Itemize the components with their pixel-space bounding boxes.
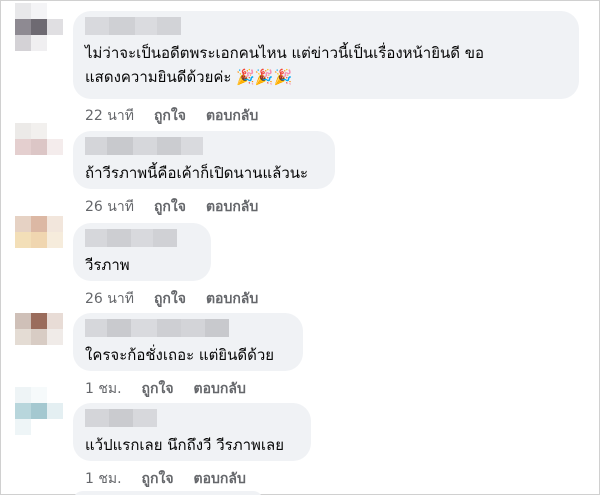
avatar[interactable] <box>15 3 63 51</box>
author-name-blurred[interactable] <box>85 17 565 35</box>
author-name-blurred[interactable] <box>85 319 289 337</box>
like-button[interactable]: ถูกใจ <box>142 378 174 400</box>
comment-time[interactable]: 22 นาที <box>85 105 134 127</box>
comment-text: วีรภาพ <box>85 256 130 274</box>
comment-actions: 22 นาที ถูกใจ ตอบกลับ <box>85 105 258 127</box>
comment-bubble <box>73 491 263 495</box>
comment-text: ใครจะก้อชั่งเถอะ แต่ยินดีด้วย <box>85 346 275 364</box>
like-button[interactable]: ถูกใจ <box>142 468 174 490</box>
avatar[interactable] <box>15 123 63 171</box>
like-button[interactable]: ถูกใจ <box>154 105 186 127</box>
avatar[interactable] <box>15 313 63 361</box>
comment-time[interactable]: 1 ชม. <box>85 378 122 400</box>
avatar[interactable] <box>15 387 63 435</box>
like-button[interactable]: ถูกใจ <box>154 196 186 218</box>
comment-actions: 1 ชม. ถูกใจ ตอบกลับ <box>85 468 246 490</box>
comment-text: ถ้าวีรภาพนี้คือเค้าก็เปิดนานแล้วนะ <box>85 164 309 182</box>
comment-actions: 1 ชม. ถูกใจ ตอบกลับ <box>85 378 246 400</box>
reply-button[interactable]: ตอบกลับ <box>206 105 258 127</box>
comment-actions: 26 นาที ถูกใจ ตอบกลับ <box>85 288 258 310</box>
reply-button[interactable]: ตอบกลับ <box>194 378 246 400</box>
reply-button[interactable]: ตอบกลับ <box>194 468 246 490</box>
reply-button[interactable]: ตอบกลับ <box>206 196 258 218</box>
comment-bubble: ถ้าวีรภาพนี้คือเค้าก็เปิดนานแล้วนะ <box>73 131 335 189</box>
author-name-blurred[interactable] <box>85 409 297 427</box>
avatar[interactable] <box>15 216 63 264</box>
author-name-blurred[interactable] <box>85 229 197 247</box>
comment-bubble: แว้ปแรกเลย นึกถึงวี วีรภาพเลย <box>73 403 311 461</box>
comment-time[interactable]: 1 ชม. <box>85 468 122 490</box>
comment-actions: 26 นาที ถูกใจ ตอบกลับ <box>85 196 258 218</box>
comment-bubble: ใครจะก้อชั่งเถอะ แต่ยินดีด้วย <box>73 313 303 371</box>
comment-bubble: วีรภาพ <box>73 223 211 281</box>
comment-bubble: ไม่ว่าจะเป็นอดีตพระเอกคนไหน แต่ข่าวนี้เป… <box>73 11 579 99</box>
like-button[interactable]: ถูกใจ <box>154 288 186 310</box>
author-name-blurred[interactable] <box>85 137 321 155</box>
comment-thread: ไม่ว่าจะเป็นอดีตพระเอกคนไหน แต่ข่าวนี้เป… <box>0 0 600 495</box>
reply-button[interactable]: ตอบกลับ <box>206 288 258 310</box>
comment-time[interactable]: 26 นาที <box>85 196 134 218</box>
comment-text: แว้ปแรกเลย นึกถึงวี วีรภาพเลย <box>85 436 285 454</box>
comment-text: ไม่ว่าจะเป็นอดีตพระเอกคนไหน แต่ข่าวนี้เป… <box>85 44 485 86</box>
comment-time[interactable]: 26 นาที <box>85 288 134 310</box>
